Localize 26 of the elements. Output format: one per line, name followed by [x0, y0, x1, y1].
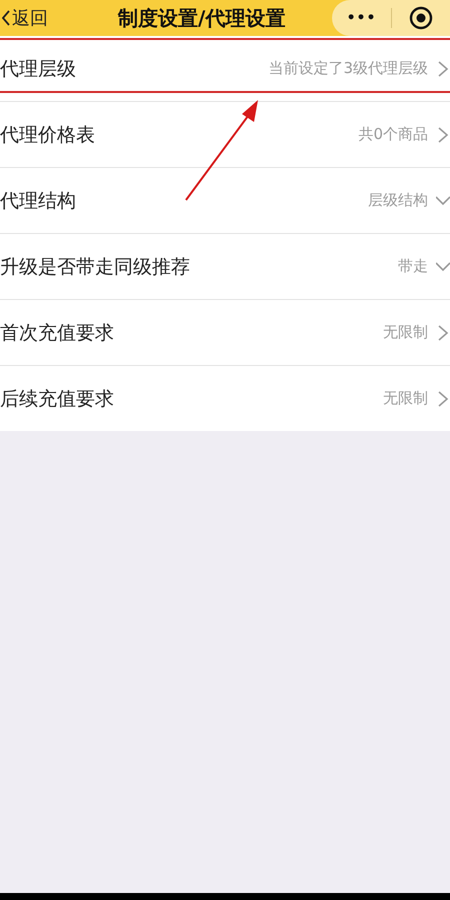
- setting-label: 代理价格表: [0, 122, 95, 148]
- settings-row[interactable]: 后续充值要求 无限制: [0, 365, 450, 431]
- target-icon: [409, 6, 433, 30]
- setting-value: 无限制: [383, 323, 428, 342]
- setting-label: 后续充值要求: [0, 386, 114, 412]
- settings-row[interactable]: 代理层级 当前设定了3级代理层级: [0, 36, 450, 101]
- setting-label: 升级是否带走同级推荐: [0, 254, 190, 280]
- setting-label: 代理层级: [0, 56, 76, 82]
- setting-value: 当前设定了3级代理层级: [268, 59, 428, 78]
- setting-value: 共0个商品: [358, 125, 428, 144]
- setting-value: 无限制: [383, 389, 428, 408]
- settings-row[interactable]: 代理结构 层级结构: [0, 167, 450, 233]
- setting-value: 带走: [398, 257, 428, 276]
- more-button[interactable]: •••: [332, 10, 391, 26]
- setting-label: 代理结构: [0, 188, 76, 214]
- settings-row[interactable]: 首次充值要求 无限制: [0, 299, 450, 365]
- back-button[interactable]: 返回: [0, 6, 48, 30]
- chevron-right-icon: [436, 126, 450, 142]
- settings-row[interactable]: 升级是否带走同级推荐 带走: [0, 233, 450, 299]
- chevron-right-icon: [436, 60, 450, 76]
- back-icon: [2, 10, 10, 26]
- setting-value: 层级结构: [368, 191, 428, 210]
- setting-label: 首次充值要求: [0, 320, 114, 346]
- page-title: 制度设置/代理设置: [118, 5, 286, 32]
- chevron-right-icon: [436, 324, 450, 340]
- chevron-right-icon: [436, 390, 450, 406]
